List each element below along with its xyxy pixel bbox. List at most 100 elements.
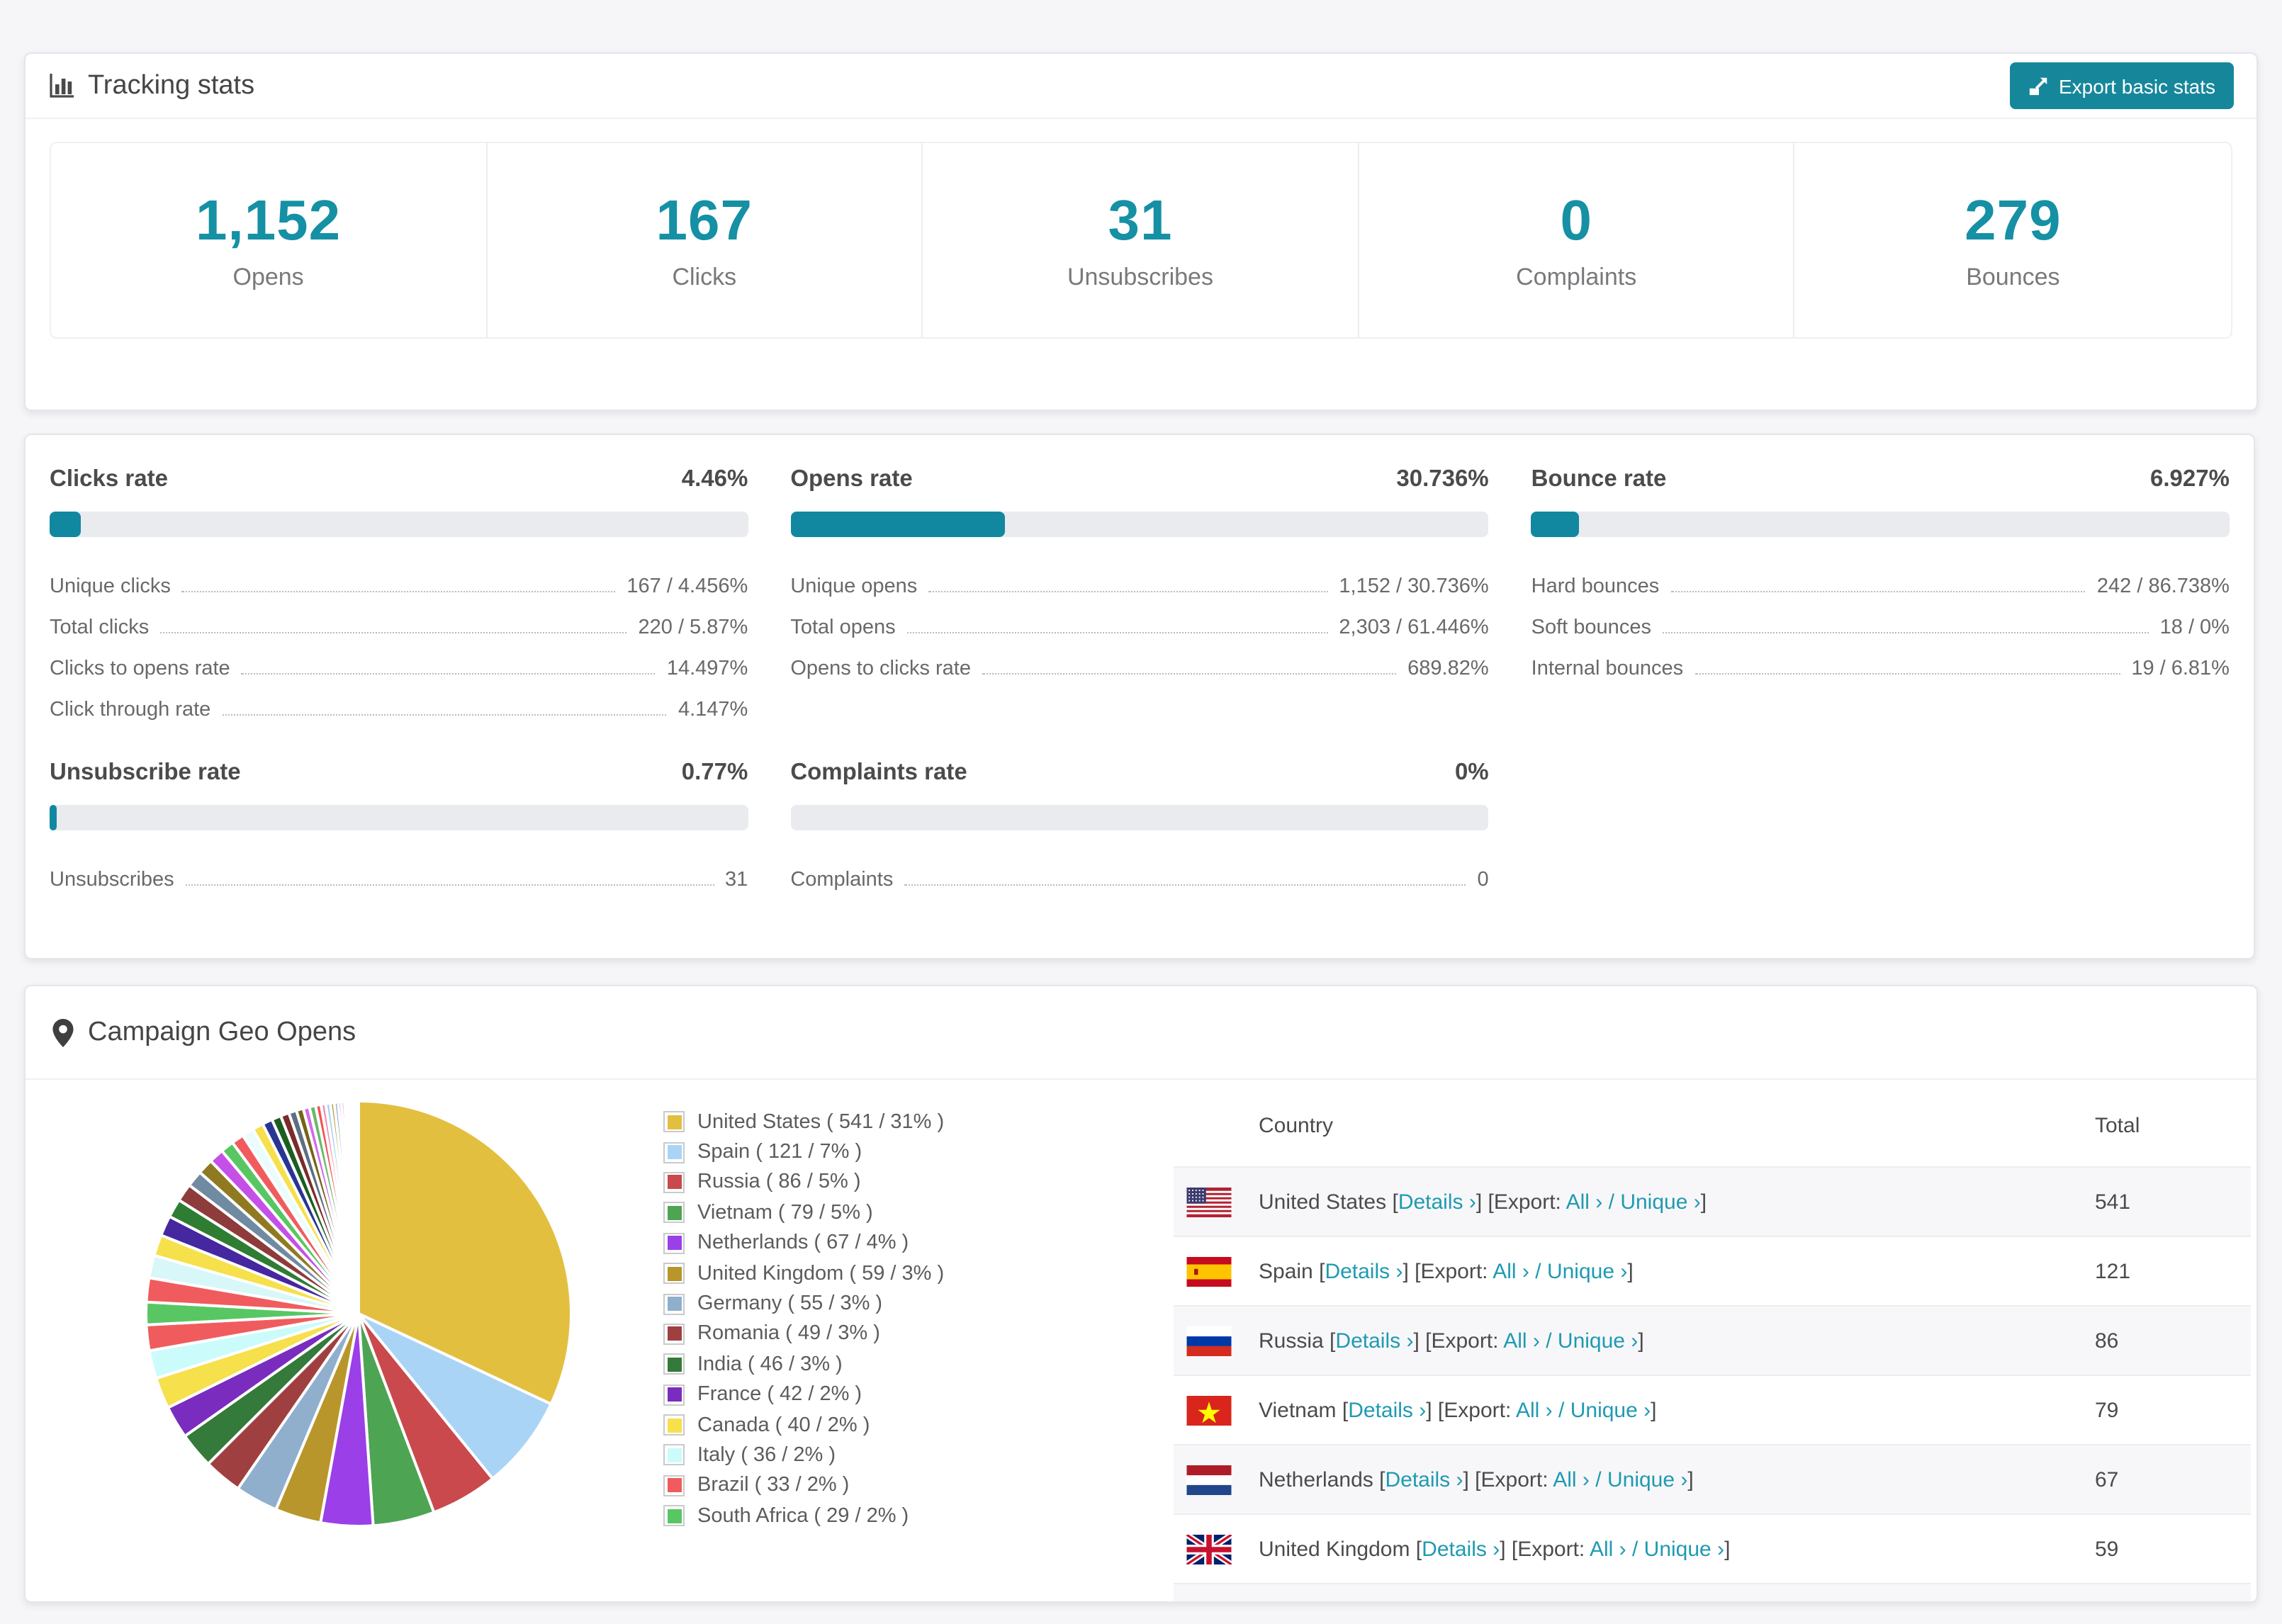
- details-link[interactable]: Details ›: [1398, 1190, 1476, 1214]
- rate-title: Opens rate: [790, 466, 913, 492]
- stat-value: 31: [1108, 189, 1173, 252]
- rates-card: Clicks rate 4.46% Unique clicks 167 / 4.456…: [24, 434, 2255, 959]
- rate-row: Unique opens 1,152 / 30.736%: [790, 557, 1488, 598]
- export-unique-link[interactable]: Unique ›: [1644, 1537, 1724, 1561]
- details-link[interactable]: Details ›: [1422, 1537, 1500, 1561]
- export-all-link[interactable]: All ›: [1516, 1398, 1553, 1422]
- page: Tracking stats Export basic stats 1,152 O…: [0, 0, 2282, 1624]
- rate-title: Clicks rate: [50, 466, 168, 492]
- rate-row-value: 2,303 / 61.446%: [1339, 616, 1489, 639]
- rate-row-label: Unsubscribes: [50, 869, 174, 891]
- rate-row-value: 167 / 4.456%: [626, 575, 748, 598]
- rate-value: 30.736%: [1396, 466, 1489, 492]
- legend-label: France ( 42 / 2% ): [697, 1383, 862, 1406]
- export-unique-link[interactable]: Unique ›: [1547, 1259, 1627, 1283]
- dotted-leader: [1694, 673, 2120, 675]
- table-row: Netherlands [Details ›] [Export: All › /…: [1174, 1444, 2251, 1513]
- rate-row-value: 689.82%: [1407, 658, 1489, 680]
- rate-value: 6.927%: [2150, 466, 2230, 492]
- rate-row-label: Hard bounces: [1531, 575, 1660, 598]
- rate-row: Complaints 0: [790, 850, 1488, 891]
- rate-row-label: Complaints: [790, 869, 894, 891]
- export-separator: /: [1552, 1398, 1570, 1422]
- table-row: Spain [Details ›] [Export: All › / Uniqu…: [1174, 1236, 2251, 1305]
- dotted-leader: [982, 673, 1397, 675]
- export-separator: /: [1529, 1259, 1547, 1283]
- export-all-link[interactable]: All ›: [1503, 1329, 1540, 1353]
- export-basic-stats-button[interactable]: Export basic stats: [2009, 62, 2234, 109]
- export-icon: [2028, 75, 2049, 96]
- total-value: 86: [2095, 1329, 2119, 1353]
- legend-label: South Africa ( 29 / 2% ): [697, 1504, 909, 1528]
- rate-row-label: Click through rate: [50, 699, 211, 721]
- legend-swatch: [663, 1444, 685, 1466]
- rate-row-value: 242 / 86.738%: [2096, 575, 2230, 598]
- dotted-leader: [1662, 632, 2149, 633]
- legend-item: United Kingdom ( 59 / 3% ): [663, 1258, 944, 1289]
- legend-item: Germany ( 55 / 3% ): [663, 1289, 944, 1319]
- rate-title: Complaints rate: [790, 760, 967, 785]
- stat-value: 0: [1560, 189, 1592, 252]
- export-unique-link[interactable]: Unique ›: [1620, 1190, 1700, 1214]
- rate-row: Soft bounces 18 / 0%: [1531, 598, 2230, 639]
- legend-item: Spain ( 121 / 7% ): [663, 1137, 944, 1168]
- geo-header: Campaign Geo Opens: [26, 986, 2256, 1080]
- legend-label: India ( 46 / 3% ): [697, 1353, 843, 1376]
- country-name: Vietnam: [1259, 1398, 1337, 1422]
- dotted-leader: [160, 632, 627, 633]
- export-all-link[interactable]: All ›: [1493, 1259, 1529, 1283]
- legend-swatch: [663, 1202, 685, 1224]
- dotted-leader: [185, 884, 714, 886]
- rate-row: Unique clicks 167 / 4.456%: [50, 557, 748, 598]
- legend-swatch: [663, 1474, 685, 1496]
- dotted-leader: [181, 591, 616, 592]
- export-unique-link[interactable]: Unique ›: [1558, 1329, 1638, 1353]
- summary-cell-clicks: 167 Clicks: [487, 143, 923, 337]
- country-name: Netherlands: [1259, 1467, 1373, 1492]
- export-unique-link[interactable]: Unique ›: [1570, 1398, 1651, 1422]
- total-value: 79: [2095, 1398, 2119, 1422]
- total-value: 121: [2095, 1259, 2131, 1283]
- legend-item: South Africa ( 29 / 2% ): [663, 1501, 944, 1531]
- rate-value: 4.46%: [681, 466, 748, 492]
- details-link[interactable]: Details ›: [1325, 1259, 1403, 1283]
- legend-label: Germany ( 55 / 3% ): [697, 1292, 883, 1316]
- total-value: 67: [2095, 1467, 2119, 1492]
- nl-flag-icon: [1186, 1465, 1232, 1494]
- stat-label: Bounces: [1966, 263, 2060, 290]
- legend-swatch: [663, 1353, 685, 1375]
- table-row: United Kingdom [Details ›] [Export: All …: [1174, 1513, 2251, 1583]
- rate-row-label: Internal bounces: [1531, 658, 1684, 680]
- tracking-stats-card: Tracking stats Export basic stats 1,152 O…: [24, 52, 2258, 411]
- rate-row: Click through rate 4.147%: [50, 680, 748, 721]
- legend-swatch: [663, 1171, 685, 1193]
- progress-bar: [1531, 512, 2230, 537]
- geo-title: Campaign Geo Opens: [88, 1017, 356, 1047]
- rate-card-complaints-rate: Complaints rate 0% Complaints 0: [790, 760, 1489, 891]
- gb-flag-icon: [1186, 1534, 1232, 1564]
- rate-row-value: 0: [1477, 869, 1489, 891]
- stat-value: 1,152: [195, 189, 342, 252]
- export-unique-link[interactable]: Unique ›: [1607, 1467, 1687, 1492]
- legend-label: United States ( 541 / 31% ): [697, 1110, 945, 1134]
- campaign-geo-opens-card: Campaign Geo Opens United States ( 541 /…: [24, 985, 2258, 1603]
- summary-cell-complaints: 0 Complaints: [1359, 143, 1795, 337]
- rate-row: Clicks to opens rate 14.497%: [50, 639, 748, 680]
- progress-bar: [790, 805, 1489, 830]
- details-link[interactable]: Details ›: [1348, 1398, 1426, 1422]
- details-link[interactable]: Details ›: [1335, 1329, 1413, 1353]
- bar-chart-icon: [48, 72, 75, 99]
- us-flag-icon: [1186, 1187, 1232, 1217]
- legend-label: Brazil ( 33 / 2% ): [697, 1474, 850, 1497]
- export-all-link[interactable]: All ›: [1553, 1467, 1590, 1492]
- details-link[interactable]: Details ›: [1385, 1467, 1463, 1492]
- rate-row-value: 31: [725, 869, 748, 891]
- geo-table: Country Total United States [Details ›] [E…: [1174, 1086, 2251, 1601]
- export-all-link[interactable]: All ›: [1566, 1190, 1603, 1214]
- export-separator: /: [1626, 1537, 1644, 1561]
- export-all-link[interactable]: All ›: [1590, 1537, 1626, 1561]
- rate-row-value: 18 / 0%: [2159, 616, 2230, 639]
- legend-swatch: [663, 1232, 685, 1254]
- rate-card-opens-rate: Opens rate 30.736% Unique opens 1,152 / 30.…: [790, 466, 1489, 721]
- legend-item: Netherlands ( 67 / 4% ): [663, 1228, 944, 1258]
